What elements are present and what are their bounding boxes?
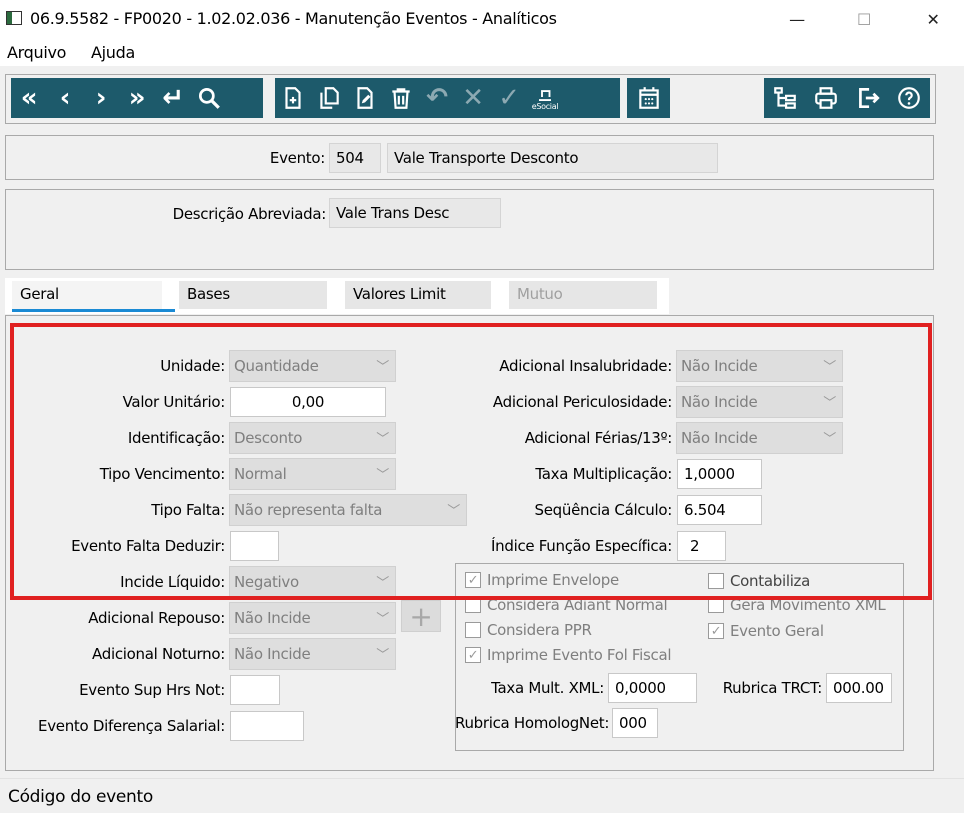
descricao-field[interactable]: Vale Trans Desc: [329, 198, 501, 228]
menu-arquivo[interactable]: Arquivo: [7, 43, 66, 62]
help-icon[interactable]: [891, 78, 927, 118]
evento-geral-checkbox[interactable]: ✓ Evento Geral: [708, 622, 824, 640]
imprime-evento-fol-checkbox[interactable]: ✓ Imprime Evento Fol Fiscal: [465, 646, 672, 664]
descricao-label: Descrição Abreviada:: [172, 205, 327, 223]
confirm-icon[interactable]: ✓: [491, 78, 527, 118]
exit-icon[interactable]: [850, 78, 886, 118]
last-record-icon[interactable]: »: [119, 78, 155, 118]
maximize-button[interactable]: ☐: [841, 0, 887, 38]
tab-valores-limit[interactable]: Valores Limit: [345, 281, 491, 309]
imprime-evento-fol-label: Imprime Evento Fol Fiscal: [487, 646, 672, 664]
next-record-icon[interactable]: ›: [83, 78, 119, 118]
delete-icon[interactable]: [383, 78, 419, 118]
menu-bar: [0, 38, 964, 66]
tab-mutuo[interactable]: Mutuo: [509, 281, 657, 309]
toolbar-misc-group: [764, 78, 930, 118]
adicional-noturno-value: Não Incide: [234, 645, 311, 663]
considera-ppr-label: Considera PPR: [487, 621, 592, 639]
evento-name-field[interactable]: Vale Transporte Desconto: [387, 143, 718, 173]
evento-code-field[interactable]: 504: [329, 143, 381, 173]
esocial-label: eSocial: [531, 102, 559, 111]
cancel-icon[interactable]: ✕: [455, 78, 491, 118]
taxa-mult-xml-label: Taxa Mult. XML:: [491, 679, 604, 697]
undo-icon[interactable]: ↶: [419, 78, 455, 118]
highlight-box: [10, 323, 932, 600]
first-record-icon[interactable]: «: [11, 78, 47, 118]
enter-icon[interactable]: ↵: [155, 78, 191, 118]
tab-bases[interactable]: Bases: [179, 281, 327, 309]
previous-record-icon[interactable]: ‹: [47, 78, 83, 118]
adicional-repouso-value: Não Incide: [234, 609, 311, 627]
chevron-down-icon: ﹀: [376, 612, 389, 627]
considera-ppr-checkbox[interactable]: Considera PPR: [465, 621, 592, 639]
toolbar-edit-group: ↶ ✕ ✓ eSocial: [275, 78, 620, 118]
tab-geral[interactable]: Geral: [12, 281, 162, 309]
checkbox-checked-icon: ✓: [708, 623, 724, 639]
rubrica-trct-label: Rubrica TRCT:: [722, 679, 823, 697]
app-icon: [6, 11, 22, 25]
adicional-noturno-label: Adicional Noturno:: [92, 645, 225, 663]
calendar-button[interactable]: [627, 78, 670, 118]
adicional-repouso-select[interactable]: Não Incide ﹀: [229, 602, 396, 634]
hierarchy-icon[interactable]: [767, 78, 803, 118]
rubrica-trct-field[interactable]: 000.00: [826, 673, 892, 703]
minimize-button[interactable]: —: [774, 0, 820, 38]
toolbar-navigation-group: « ‹ › » ↵: [11, 78, 263, 118]
new-document-icon[interactable]: [275, 78, 311, 118]
checkbox-checked-icon: ✓: [465, 647, 481, 663]
esocial-icon[interactable]: eSocial: [527, 78, 563, 118]
calendar-icon: [631, 78, 667, 118]
evento-sup-hrs-not-label: Evento Sup Hrs Not:: [79, 681, 225, 699]
add-icon[interactable]: +: [401, 600, 441, 633]
evento-diferenca-salarial-field[interactable]: [230, 711, 304, 741]
evento-sup-hrs-not-field[interactable]: [230, 675, 280, 705]
adicional-noturno-select[interactable]: Não Incide ﹀: [229, 638, 396, 670]
edit-document-icon[interactable]: [347, 78, 383, 118]
evento-diferenca-salarial-label: Evento Diferença Salarial:: [38, 717, 225, 735]
menu-ajuda[interactable]: Ajuda: [91, 43, 135, 62]
chevron-down-icon: ﹀: [376, 648, 389, 663]
print-icon[interactable]: [808, 78, 844, 118]
evento-geral-label: Evento Geral: [730, 622, 824, 640]
close-button[interactable]: ✕: [910, 0, 956, 38]
window-title: 06.9.5582 - FP0020 - 1.02.02.036 - Manut…: [30, 9, 557, 28]
rubrica-homolognet-label: Rubrica HomologNet:: [455, 714, 610, 732]
search-icon[interactable]: [191, 78, 227, 118]
taxa-mult-xml-field[interactable]: 0,0000: [608, 673, 697, 703]
tab-geral-indicator: [12, 309, 175, 312]
copy-icon[interactable]: [311, 78, 347, 118]
adicional-repouso-label: Adicional Repouso:: [88, 609, 225, 627]
rubrica-homolognet-field[interactable]: 000: [612, 708, 658, 738]
evento-label: Evento:: [269, 149, 325, 167]
checkbox-unchecked-icon: [465, 622, 481, 638]
status-text: Código do evento: [8, 787, 153, 807]
